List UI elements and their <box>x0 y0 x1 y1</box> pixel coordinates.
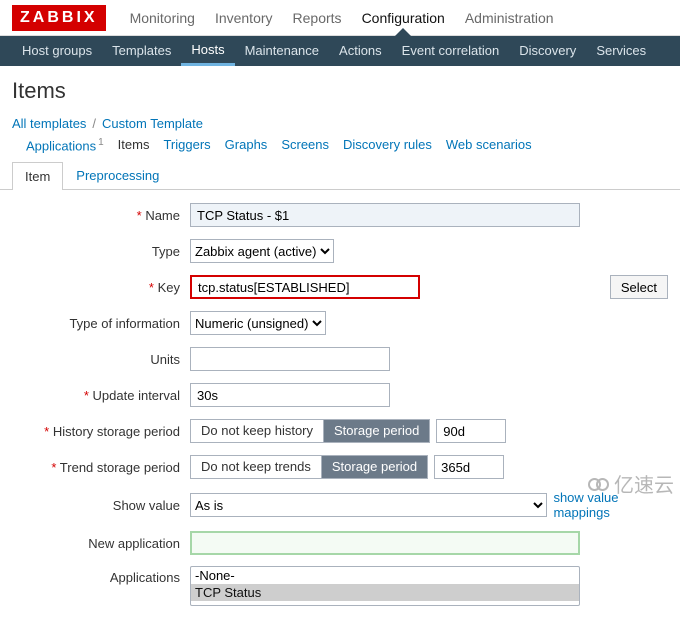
show-value-select[interactable]: As is <box>190 493 547 517</box>
show-value-mappings-link[interactable]: show value mappings <box>553 490 668 520</box>
tab-discovery-rules[interactable]: Discovery rules <box>343 137 432 153</box>
subnav-hosts[interactable]: Hosts <box>181 36 234 66</box>
applications-option-tcpstatus: TCP Status <box>191 584 579 601</box>
nav-monitoring[interactable]: Monitoring <box>120 10 205 26</box>
label-trend-storage: Trend storage period <box>12 460 190 475</box>
trend-opt-yes[interactable]: Storage period <box>321 456 427 478</box>
subnav-event-correlation[interactable]: Event correlation <box>392 36 510 66</box>
tab-web-scenarios[interactable]: Web scenarios <box>446 137 532 153</box>
breadcrumb-row: All templates / Custom Template Applicat… <box>0 116 680 161</box>
subnav-templates[interactable]: Templates <box>102 36 181 66</box>
breadcrumb-all-templates[interactable]: All templates <box>12 116 86 131</box>
subnav-maintenance[interactable]: Maintenance <box>235 36 329 66</box>
breadcrumb-template[interactable]: Custom Template <box>102 116 203 131</box>
units-input[interactable] <box>190 347 390 371</box>
applications-option-none: -None- <box>191 567 579 584</box>
name-input[interactable] <box>190 203 580 227</box>
label-update-interval: Update interval <box>12 388 190 403</box>
tab-items[interactable]: Items <box>118 137 150 153</box>
subnav-host-groups[interactable]: Host groups <box>12 36 102 66</box>
history-opt-no[interactable]: Do not keep history <box>191 420 323 442</box>
history-storage-segment: Do not keep history Storage period <box>190 419 430 443</box>
sub-nav: Host groups Templates Hosts Maintenance … <box>0 36 680 66</box>
form-tabs: Item Preprocessing <box>0 161 680 190</box>
label-show-value: Show value <box>12 498 190 513</box>
label-new-application: New application <box>12 536 190 551</box>
page-title: Items <box>0 66 680 116</box>
nav-administration[interactable]: Administration <box>455 10 564 26</box>
nav-configuration[interactable]: Configuration <box>352 10 455 26</box>
subnav-actions[interactable]: Actions <box>329 36 392 66</box>
label-applications: Applications <box>12 566 190 585</box>
top-nav: ZABBIX Monitoring Inventory Reports Conf… <box>0 0 680 36</box>
subnav-services[interactable]: Services <box>586 36 656 66</box>
nav-inventory[interactable]: Inventory <box>205 10 283 26</box>
type-of-information-select[interactable]: Numeric (unsigned) <box>190 311 326 335</box>
update-interval-input[interactable] <box>190 383 390 407</box>
tab-graphs[interactable]: Graphs <box>225 137 268 153</box>
label-history-storage: History storage period <box>12 424 190 439</box>
formtab-preprocessing[interactable]: Preprocessing <box>63 161 172 189</box>
key-input[interactable] <box>190 275 420 299</box>
entity-tabs: Applications1 Items Triggers Graphs Scre… <box>26 137 532 153</box>
nav-reports[interactable]: Reports <box>283 10 352 26</box>
brand-logo: ZABBIX <box>12 5 106 31</box>
label-type: Type <box>12 244 190 259</box>
tab-triggers[interactable]: Triggers <box>163 137 210 153</box>
trend-opt-no[interactable]: Do not keep trends <box>191 456 321 478</box>
trend-value-input[interactable] <box>434 455 504 479</box>
label-units: Units <box>12 352 190 367</box>
type-select[interactable]: Zabbix agent (active) <box>190 239 334 263</box>
history-opt-yes[interactable]: Storage period <box>323 420 429 442</box>
tab-screens[interactable]: Screens <box>281 137 329 153</box>
breadcrumb-sep: / <box>92 116 96 131</box>
key-select-button[interactable]: Select <box>610 275 668 299</box>
item-form: Name Type Zabbix agent (active) Key Sele… <box>0 190 680 624</box>
tab-applications[interactable]: Applications1 <box>26 137 104 153</box>
subnav-discovery[interactable]: Discovery <box>509 36 586 66</box>
history-value-input[interactable] <box>436 419 506 443</box>
trend-storage-segment: Do not keep trends Storage period <box>190 455 428 479</box>
label-key: Key <box>12 280 190 295</box>
formtab-item[interactable]: Item <box>12 162 63 190</box>
label-name: Name <box>12 208 190 223</box>
new-application-input[interactable] <box>190 531 580 555</box>
label-type-of-information: Type of information <box>12 316 190 331</box>
applications-select[interactable]: -None- TCP Status <box>190 566 580 606</box>
